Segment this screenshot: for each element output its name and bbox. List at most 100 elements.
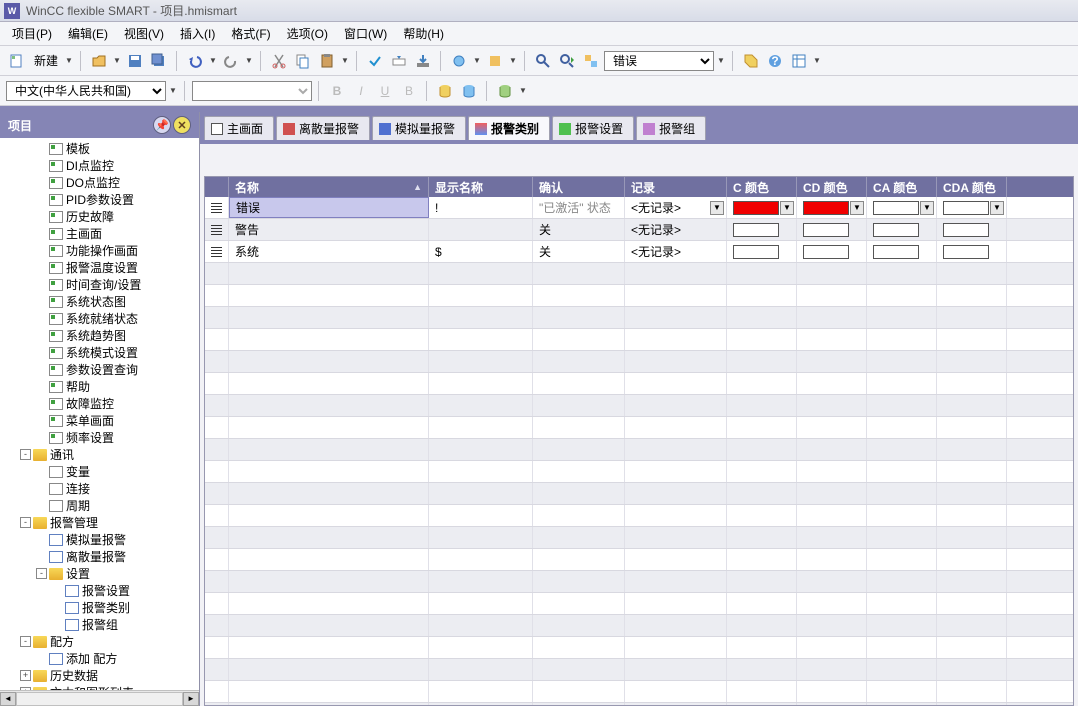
menu-item[interactable]: 窗口(W) <box>336 22 395 45</box>
new-button-label[interactable]: 新建 <box>30 52 62 69</box>
tree-node[interactable]: 历史故障 <box>0 208 199 225</box>
tree-node[interactable]: +历史数据 <box>0 667 199 684</box>
tab-离散量报警[interactable]: 离散量报警 <box>276 116 370 140</box>
new-dropdown-icon[interactable]: ▼ <box>64 56 74 65</box>
find-icon[interactable] <box>532 50 554 72</box>
cell-name[interactable]: 错误 <box>229 197 429 218</box>
menu-item[interactable]: 视图(V) <box>116 22 172 45</box>
project-tree[interactable]: 模板DI点监控DO点监控PID参数设置历史故障主画面功能操作画面报警温度设置时间… <box>0 138 199 690</box>
menu-item[interactable]: 帮助(H) <box>395 22 452 45</box>
cell-ca-color[interactable] <box>867 219 937 240</box>
tree-node[interactable]: 系统就绪状态 <box>0 310 199 327</box>
color-swatch[interactable] <box>943 223 989 237</box>
cell-log[interactable]: <无记录>▼ <box>625 197 727 218</box>
tab-报警组[interactable]: 报警组 <box>636 116 706 140</box>
tree-node[interactable]: 模板 <box>0 140 199 157</box>
color-swatch[interactable] <box>943 201 989 215</box>
cell-display[interactable] <box>429 219 533 240</box>
dropdown-icon[interactable]: ▼ <box>850 201 864 215</box>
color-swatch[interactable] <box>873 223 919 237</box>
tree-node[interactable]: -配方 <box>0 633 199 650</box>
cell-log[interactable]: <无记录> <box>625 241 727 262</box>
col-c-color[interactable]: C 颜色 <box>727 177 797 197</box>
tree-node[interactable]: 添加 配方 <box>0 650 199 667</box>
cell-name[interactable]: 警告 <box>229 219 429 240</box>
transfer-icon[interactable] <box>388 50 410 72</box>
col-display-name[interactable]: 显示名称 <box>429 177 533 197</box>
grid-body[interactable]: 错误!"已激活" 状态<无记录>▼▼▼▼▼警告关<无记录>系统$关<无记录> <box>205 197 1073 705</box>
tree-toggle-icon[interactable]: - <box>36 568 47 579</box>
scroll-right-icon[interactable]: ► <box>183 692 199 706</box>
tree-node[interactable]: 模拟量报警 <box>0 531 199 548</box>
db-icon-2[interactable] <box>458 80 480 102</box>
color-swatch[interactable] <box>943 245 989 259</box>
tree-node[interactable]: 主画面 <box>0 225 199 242</box>
tree-toggle-icon[interactable]: + <box>20 670 31 681</box>
error-select[interactable]: 错误 <box>604 51 714 71</box>
color-swatch[interactable] <box>733 245 779 259</box>
tree-toggle-icon[interactable]: - <box>20 517 31 528</box>
save-icon[interactable] <box>124 50 146 72</box>
dropdown-icon[interactable]: ▼ <box>990 201 1004 215</box>
tree-node[interactable]: 变量 <box>0 463 199 480</box>
tree-node[interactable]: 周期 <box>0 497 199 514</box>
col-cda-color[interactable]: CDA 颜色 <box>937 177 1007 197</box>
open-dropdown-icon[interactable]: ▼ <box>112 56 122 65</box>
check-icon[interactable] <box>364 50 386 72</box>
menu-item[interactable]: 项目(P) <box>4 22 60 45</box>
cell-ca-color[interactable] <box>867 241 937 262</box>
color-swatch[interactable] <box>803 223 849 237</box>
tab-报警设置[interactable]: 报警设置 <box>552 116 634 140</box>
download-icon[interactable] <box>412 50 434 72</box>
table-row[interactable]: 系统$关<无记录> <box>205 241 1073 263</box>
cell-cda-color[interactable] <box>937 241 1007 262</box>
tree-node[interactable]: 报警类别 <box>0 599 199 616</box>
row-handle[interactable] <box>205 241 229 262</box>
tree-node[interactable]: 报警组 <box>0 616 199 633</box>
tree-toggle-icon[interactable]: - <box>20 449 31 460</box>
tree-node[interactable]: 报警温度设置 <box>0 259 199 276</box>
cell-ca-color[interactable]: ▼ <box>867 197 937 218</box>
db-icon-1[interactable] <box>434 80 456 102</box>
cell-display[interactable]: ! <box>429 197 533 218</box>
col-name[interactable]: 名称 <box>229 177 429 197</box>
db-icon-3[interactable] <box>494 80 516 102</box>
color-swatch[interactable] <box>873 201 919 215</box>
menu-item[interactable]: 格式(F) <box>223 22 278 45</box>
find-next-icon[interactable] <box>556 50 578 72</box>
redo-dropdown-icon[interactable]: ▼ <box>244 56 254 65</box>
tree-node[interactable]: -设置 <box>0 565 199 582</box>
tree-node[interactable]: DI点监控 <box>0 157 199 174</box>
dropdown-icon[interactable]: ▼ <box>920 201 934 215</box>
menu-item[interactable]: 编辑(E) <box>60 22 116 45</box>
copy-icon[interactable] <box>292 50 314 72</box>
tree-node[interactable]: 菜单画面 <box>0 412 199 429</box>
dropdown-icon[interactable]: ▼ <box>780 201 794 215</box>
cell-log[interactable]: <无记录> <box>625 219 727 240</box>
cell-ack[interactable]: 关 <box>533 219 625 240</box>
cell-ack[interactable]: "已激活" 状态 <box>533 197 625 218</box>
tab-报警类别[interactable]: 报警类别 <box>468 116 550 140</box>
help-icon[interactable]: ? <box>764 50 786 72</box>
cut-icon[interactable] <box>268 50 290 72</box>
tree-node[interactable]: -报警管理 <box>0 514 199 531</box>
tree-node[interactable]: 参数设置查询 <box>0 361 199 378</box>
redo-icon[interactable] <box>220 50 242 72</box>
color-swatch[interactable] <box>803 245 849 259</box>
cell-cd-color[interactable] <box>797 219 867 240</box>
color-swatch[interactable] <box>803 201 849 215</box>
color-swatch[interactable] <box>733 201 779 215</box>
col-log[interactable]: 记录 <box>625 177 727 197</box>
new-icon[interactable] <box>6 50 28 72</box>
cell-display[interactable]: $ <box>429 241 533 262</box>
font-select[interactable] <box>192 81 312 101</box>
paste-icon[interactable] <box>316 50 338 72</box>
cell-c-color[interactable]: ▼ <box>727 197 797 218</box>
cell-name[interactable]: 系统 <box>229 241 429 262</box>
tree-node[interactable]: 故障监控 <box>0 395 199 412</box>
tree-node[interactable]: 时间查询/设置 <box>0 276 199 293</box>
cell-cd-color[interactable]: ▼ <box>797 197 867 218</box>
lang-dropdown-icon[interactable]: ▼ <box>168 86 178 95</box>
scroll-left-icon[interactable]: ◄ <box>0 692 16 706</box>
cell-ack[interactable]: 关 <box>533 241 625 262</box>
